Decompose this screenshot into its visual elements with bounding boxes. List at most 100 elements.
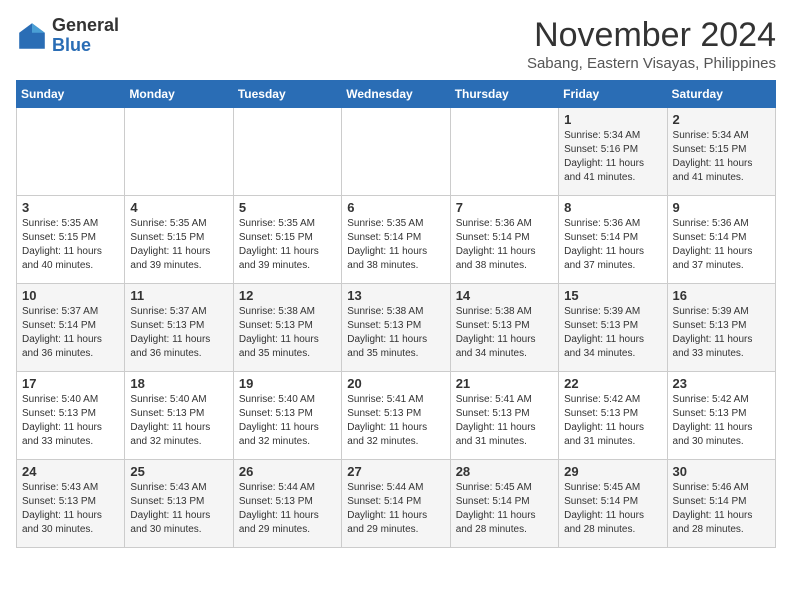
day-info: Sunrise: 5:38 AM Sunset: 5:13 PM Dayligh… bbox=[456, 305, 553, 361]
day-number: 18 bbox=[130, 376, 227, 391]
day-number: 5 bbox=[239, 200, 336, 215]
calendar-cell: 20 Sunrise: 5:41 AM Sunset: 5:13 PM Dayli… bbox=[342, 372, 450, 460]
column-header-monday: Monday bbox=[125, 81, 233, 108]
day-number: 28 bbox=[456, 464, 553, 479]
calendar-cell: 6 Sunrise: 5:35 AM Sunset: 5:14 PM Daylig… bbox=[342, 196, 450, 284]
day-info: Sunrise: 5:35 AM Sunset: 5:15 PM Dayligh… bbox=[130, 217, 227, 273]
day-number: 4 bbox=[130, 200, 227, 215]
day-info: Sunrise: 5:35 AM Sunset: 5:15 PM Dayligh… bbox=[22, 217, 119, 273]
calendar-header-row: SundayMondayTuesdayWednesdayThursdayFrid… bbox=[17, 81, 776, 108]
day-info: Sunrise: 5:45 AM Sunset: 5:14 PM Dayligh… bbox=[456, 481, 553, 537]
calendar-cell bbox=[17, 108, 125, 196]
day-number: 11 bbox=[130, 288, 227, 303]
calendar-cell bbox=[125, 108, 233, 196]
logo-general: General bbox=[52, 15, 119, 35]
month-title: November 2024 bbox=[527, 16, 776, 55]
day-info: Sunrise: 5:34 AM Sunset: 5:15 PM Dayligh… bbox=[673, 129, 770, 185]
day-info: Sunrise: 5:36 AM Sunset: 5:14 PM Dayligh… bbox=[456, 217, 553, 273]
calendar-cell: 9Sunrise: 5:36 AM Sunset: 5:14 PM Daylig… bbox=[667, 196, 775, 284]
day-number: 17 bbox=[22, 376, 119, 391]
day-number: 20 bbox=[347, 376, 444, 391]
calendar-week-row: 17 Sunrise: 5:40 AM Sunset: 5:13 PM Dayli… bbox=[17, 372, 776, 460]
column-header-wednesday: Wednesday bbox=[342, 81, 450, 108]
calendar-cell: 4 Sunrise: 5:35 AM Sunset: 5:15 PM Daylig… bbox=[125, 196, 233, 284]
day-info: Sunrise: 5:40 AM Sunset: 5:13 PM Dayligh… bbox=[22, 393, 119, 449]
day-number: 3 bbox=[22, 200, 119, 215]
day-number: 6 bbox=[347, 200, 444, 215]
day-number: 2 bbox=[673, 112, 770, 127]
calendar-cell: 21 Sunrise: 5:41 AM Sunset: 5:13 PM Dayli… bbox=[450, 372, 558, 460]
calendar-cell: 8Sunrise: 5:36 AM Sunset: 5:14 PM Daylig… bbox=[559, 196, 667, 284]
calendar-cell: 23 Sunrise: 5:42 AM Sunset: 5:13 PM Dayli… bbox=[667, 372, 775, 460]
calendar-cell bbox=[342, 108, 450, 196]
calendar-week-row: 1 Sunrise: 5:34 AM Sunset: 5:16 PM Daylig… bbox=[17, 108, 776, 196]
day-info: Sunrise: 5:40 AM Sunset: 5:13 PM Dayligh… bbox=[130, 393, 227, 449]
day-number: 25 bbox=[130, 464, 227, 479]
day-number: 15 bbox=[564, 288, 661, 303]
day-info: Sunrise: 5:39 AM Sunset: 5:13 PM Dayligh… bbox=[673, 305, 770, 361]
calendar-week-row: 10Sunrise: 5:37 AM Sunset: 5:14 PM Dayli… bbox=[17, 284, 776, 372]
column-header-tuesday: Tuesday bbox=[233, 81, 341, 108]
calendar-table: SundayMondayTuesdayWednesdayThursdayFrid… bbox=[16, 80, 776, 548]
calendar-week-row: 3 Sunrise: 5:35 AM Sunset: 5:15 PM Daylig… bbox=[17, 196, 776, 284]
day-info: Sunrise: 5:44 AM Sunset: 5:14 PM Dayligh… bbox=[347, 481, 444, 537]
day-info: Sunrise: 5:35 AM Sunset: 5:14 PM Dayligh… bbox=[347, 217, 444, 273]
day-info: Sunrise: 5:40 AM Sunset: 5:13 PM Dayligh… bbox=[239, 393, 336, 449]
day-info: Sunrise: 5:34 AM Sunset: 5:16 PM Dayligh… bbox=[564, 129, 661, 185]
calendar-cell: 13Sunrise: 5:38 AM Sunset: 5:13 PM Dayli… bbox=[342, 284, 450, 372]
day-number: 16 bbox=[673, 288, 770, 303]
day-info: Sunrise: 5:41 AM Sunset: 5:13 PM Dayligh… bbox=[456, 393, 553, 449]
calendar-cell: 2 Sunrise: 5:34 AM Sunset: 5:15 PM Daylig… bbox=[667, 108, 775, 196]
column-header-saturday: Saturday bbox=[667, 81, 775, 108]
calendar-cell: 12Sunrise: 5:38 AM Sunset: 5:13 PM Dayli… bbox=[233, 284, 341, 372]
calendar-cell: 1 Sunrise: 5:34 AM Sunset: 5:16 PM Daylig… bbox=[559, 108, 667, 196]
calendar-cell: 10Sunrise: 5:37 AM Sunset: 5:14 PM Dayli… bbox=[17, 284, 125, 372]
day-info: Sunrise: 5:43 AM Sunset: 5:13 PM Dayligh… bbox=[22, 481, 119, 537]
calendar-cell: 25 Sunrise: 5:43 AM Sunset: 5:13 PM Dayli… bbox=[125, 460, 233, 548]
day-number: 27 bbox=[347, 464, 444, 479]
day-info: Sunrise: 5:36 AM Sunset: 5:14 PM Dayligh… bbox=[673, 217, 770, 273]
day-info: Sunrise: 5:42 AM Sunset: 5:13 PM Dayligh… bbox=[564, 393, 661, 449]
day-number: 26 bbox=[239, 464, 336, 479]
calendar-week-row: 24Sunrise: 5:43 AM Sunset: 5:13 PM Dayli… bbox=[17, 460, 776, 548]
day-number: 12 bbox=[239, 288, 336, 303]
calendar-cell: 16 Sunrise: 5:39 AM Sunset: 5:13 PM Dayli… bbox=[667, 284, 775, 372]
day-number: 21 bbox=[456, 376, 553, 391]
day-number: 30 bbox=[673, 464, 770, 479]
calendar-cell: 17 Sunrise: 5:40 AM Sunset: 5:13 PM Dayli… bbox=[17, 372, 125, 460]
logo-text: General Blue bbox=[52, 16, 119, 56]
calendar-cell: 26Sunrise: 5:44 AM Sunset: 5:13 PM Dayli… bbox=[233, 460, 341, 548]
logo-icon bbox=[16, 20, 48, 52]
day-info: Sunrise: 5:37 AM Sunset: 5:13 PM Dayligh… bbox=[130, 305, 227, 361]
day-number: 23 bbox=[673, 376, 770, 391]
day-info: Sunrise: 5:46 AM Sunset: 5:14 PM Dayligh… bbox=[673, 481, 770, 537]
calendar-cell: 27 Sunrise: 5:44 AM Sunset: 5:14 PM Dayli… bbox=[342, 460, 450, 548]
calendar-cell: 22 Sunrise: 5:42 AM Sunset: 5:13 PM Dayli… bbox=[559, 372, 667, 460]
day-info: Sunrise: 5:45 AM Sunset: 5:14 PM Dayligh… bbox=[564, 481, 661, 537]
logo-blue: Blue bbox=[52, 35, 91, 55]
day-number: 1 bbox=[564, 112, 661, 127]
column-header-sunday: Sunday bbox=[17, 81, 125, 108]
day-number: 10 bbox=[22, 288, 119, 303]
logo: General Blue bbox=[16, 16, 119, 56]
day-info: Sunrise: 5:42 AM Sunset: 5:13 PM Dayligh… bbox=[673, 393, 770, 449]
day-info: Sunrise: 5:36 AM Sunset: 5:14 PM Dayligh… bbox=[564, 217, 661, 273]
day-info: Sunrise: 5:41 AM Sunset: 5:13 PM Dayligh… bbox=[347, 393, 444, 449]
title-block: November 2024 Sabang, Eastern Visayas, P… bbox=[527, 16, 776, 72]
calendar-cell: 11 Sunrise: 5:37 AM Sunset: 5:13 PM Dayli… bbox=[125, 284, 233, 372]
calendar-cell: 18 Sunrise: 5:40 AM Sunset: 5:13 PM Dayli… bbox=[125, 372, 233, 460]
calendar-cell: 15 Sunrise: 5:39 AM Sunset: 5:13 PM Dayli… bbox=[559, 284, 667, 372]
day-number: 22 bbox=[564, 376, 661, 391]
column-header-thursday: Thursday bbox=[450, 81, 558, 108]
calendar-cell bbox=[233, 108, 341, 196]
page-header: General Blue November 2024 Sabang, Easte… bbox=[16, 16, 776, 72]
day-info: Sunrise: 5:43 AM Sunset: 5:13 PM Dayligh… bbox=[130, 481, 227, 537]
calendar-cell: 24Sunrise: 5:43 AM Sunset: 5:13 PM Dayli… bbox=[17, 460, 125, 548]
calendar-cell bbox=[450, 108, 558, 196]
calendar-cell: 30 Sunrise: 5:46 AM Sunset: 5:14 PM Dayli… bbox=[667, 460, 775, 548]
day-info: Sunrise: 5:35 AM Sunset: 5:15 PM Dayligh… bbox=[239, 217, 336, 273]
day-info: Sunrise: 5:39 AM Sunset: 5:13 PM Dayligh… bbox=[564, 305, 661, 361]
day-number: 7 bbox=[456, 200, 553, 215]
calendar-cell: 5 Sunrise: 5:35 AM Sunset: 5:15 PM Daylig… bbox=[233, 196, 341, 284]
day-number: 19 bbox=[239, 376, 336, 391]
